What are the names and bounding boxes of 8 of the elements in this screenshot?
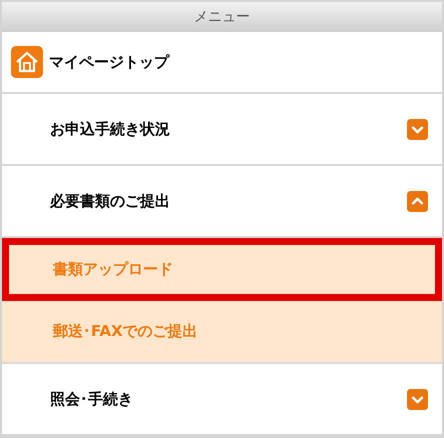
menu-item[interactable]: マイページトップ	[2, 32, 442, 94]
menu-title: メニュー	[194, 8, 250, 26]
expand-icon[interactable]	[407, 388, 428, 410]
home-icon	[11, 46, 43, 78]
menu-item[interactable]: お申込手続き状況	[2, 94, 442, 166]
collapse-icon[interactable]	[407, 190, 428, 212]
menu-item[interactable]: 照会･手続き	[2, 364, 442, 436]
expand-icon[interactable]	[407, 118, 428, 140]
